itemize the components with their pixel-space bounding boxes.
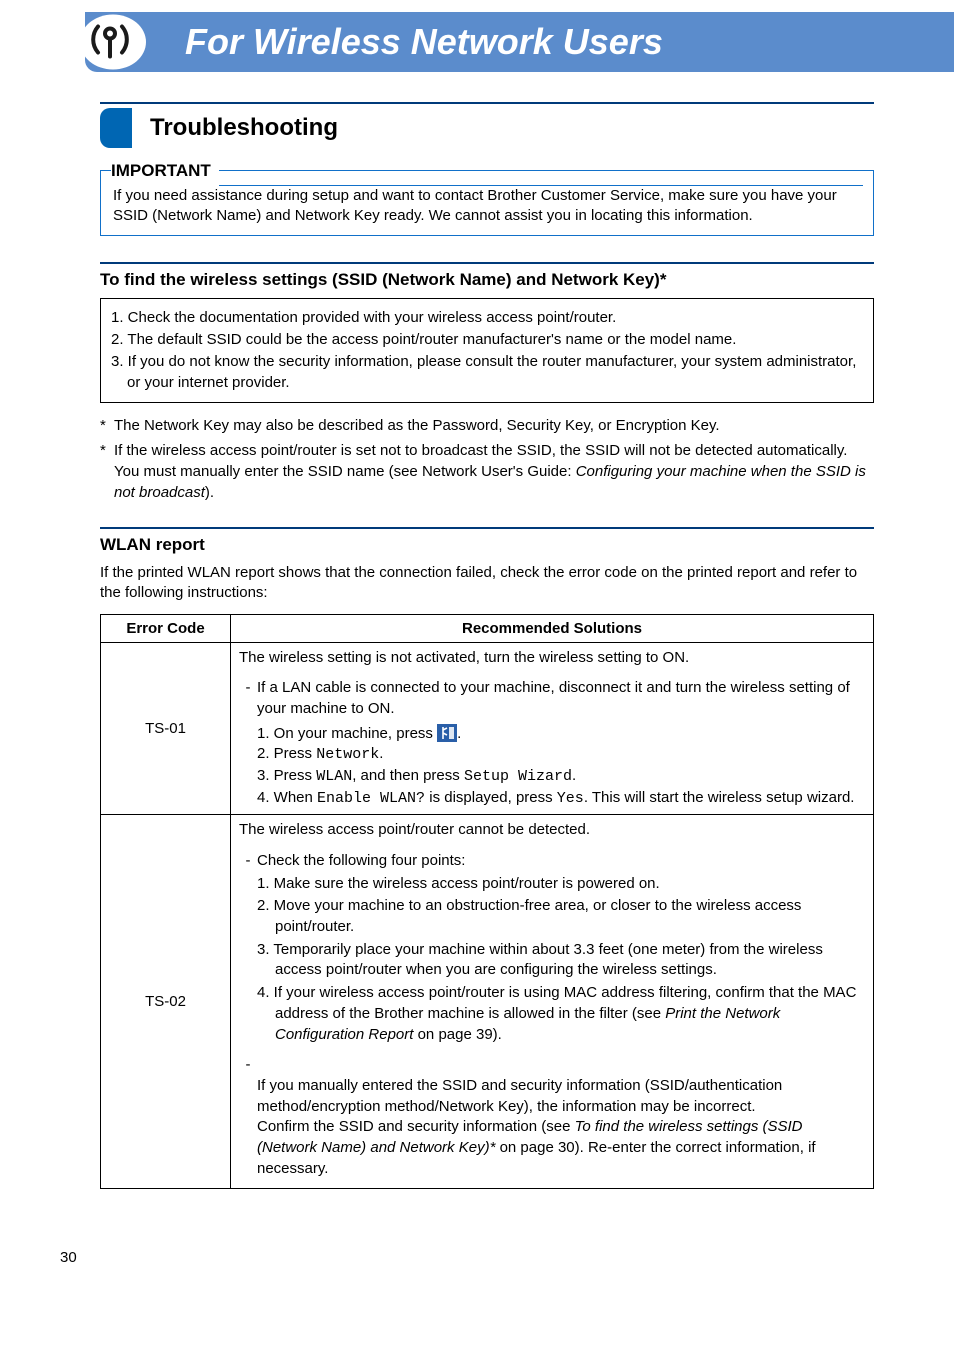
footnote: * If the wireless access point/router is… [100,440,874,503]
important-box: IMPORTANT If you need assistance during … [100,170,874,236]
banner-title: For Wireless Network Users [185,21,663,63]
important-text: If you need assistance during setup and … [111,186,863,225]
footnote: * The Network Key may also be described … [100,415,874,436]
page-number: 30 [60,1249,954,1266]
settings-icon [437,724,457,742]
step-text: 3. If you do not know the security infor… [111,351,863,395]
wireless-icon [80,15,146,70]
th-error-code: Error Code [101,614,231,642]
error-code-cell: TS-02 [101,815,231,1189]
solution-cell: The wireless access point/router cannot … [231,815,874,1189]
solution-cell: The wireless setting is not activated, t… [231,642,874,815]
table-row: TS-02 The wireless access point/router c… [101,815,874,1189]
section-heading: Troubleshooting [150,114,338,142]
important-label: IMPORTANT [111,161,219,181]
page-banner: For Wireless Network Users [85,12,954,72]
section-header: Troubleshooting [100,102,874,148]
step-text: 1. Check the documentation provided with… [111,307,863,329]
wlan-intro: If the printed WLAN report shows that th… [100,563,874,604]
error-code-cell: TS-01 [101,642,231,815]
find-settings-heading: To find the wireless settings (SSID (Net… [100,270,874,290]
find-settings-steps: 1. Check the documentation provided with… [100,298,874,403]
section-tab-icon [100,108,132,148]
table-row: TS-01 The wireless setting is not activa… [101,642,874,815]
wlan-heading: WLAN report [100,535,874,555]
error-code-table: Error Code Recommended Solutions TS-01 T… [100,614,874,1190]
th-recommended: Recommended Solutions [231,614,874,642]
step-text: 2. The default SSID could be the access … [111,329,863,351]
